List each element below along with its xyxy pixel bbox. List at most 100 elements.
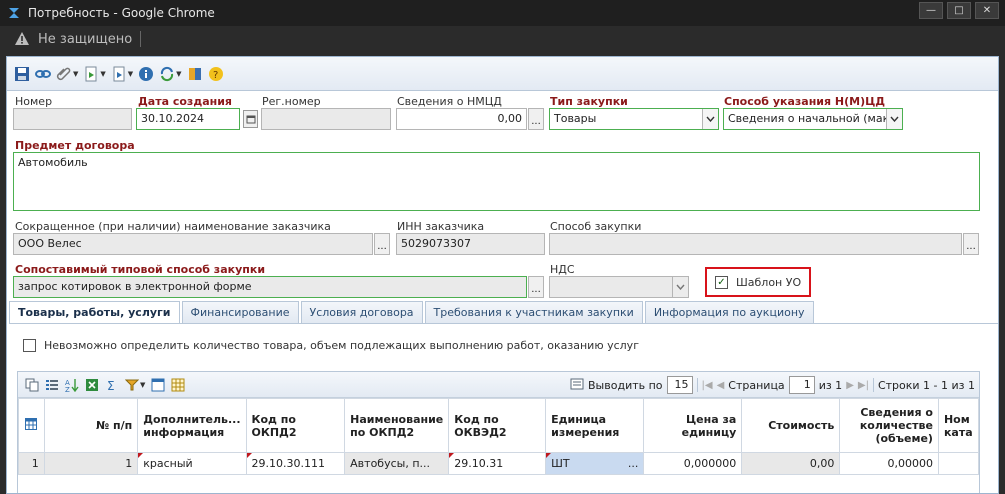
address-divider — [140, 31, 142, 47]
first-page-icon[interactable]: |◀ — [702, 380, 713, 391]
zakazchik-label: Сокращенное (при наличии) наименование з… — [15, 220, 331, 233]
tab-bar: Товары, работы, услуги Финансирование Ус… — [9, 301, 814, 324]
svg-text:Z: Z — [65, 386, 70, 392]
inn-label: ИНН заказчика — [397, 220, 485, 233]
address-bar: Не защищено — [0, 26, 1005, 52]
window-title: Потребность - Google Chrome — [28, 6, 215, 20]
shablon-checkbox[interactable]: ✓ — [715, 276, 728, 289]
save-icon[interactable] — [13, 65, 31, 83]
column-header[interactable]: Цена за единицу — [643, 398, 743, 453]
last-page-icon[interactable]: ▶| — [858, 380, 869, 391]
filter-icon[interactable]: ▼ — [124, 376, 146, 394]
nds-dropdown-button[interactable] — [672, 277, 688, 297]
refresh-icon[interactable]: ▼ — [158, 65, 182, 83]
window-titlebar: Потребность - Google Chrome — □ ✕ — [0, 0, 1005, 26]
chevron-down-icon: ▼ — [73, 69, 79, 78]
warning-icon[interactable] — [14, 31, 30, 47]
goods-table: № п/п Дополнитель... информация Код по О… — [18, 398, 979, 475]
nmcd-ellipsis-button[interactable]: ... — [528, 108, 544, 130]
nomer-field[interactable] — [13, 108, 132, 130]
sposob-nmcd-select[interactable]: Сведения о начальной (мак — [723, 108, 903, 130]
close-button[interactable]: ✕ — [975, 2, 999, 19]
column-header[interactable]: № п/п — [43, 398, 139, 453]
sposob-zakupki-field[interactable] — [549, 233, 962, 255]
page-count: из 1 — [818, 378, 843, 392]
document-export-icon[interactable]: ▼ — [110, 65, 134, 83]
document-icon[interactable]: ▼ — [82, 65, 106, 83]
sum-icon[interactable]: Σ — [104, 376, 120, 394]
page-label: Страница — [728, 378, 785, 392]
column-header[interactable]: Стоимость — [741, 398, 841, 453]
sposob-nmcd-dropdown-button[interactable] — [886, 109, 902, 129]
column-header[interactable]: Единица измерения — [545, 398, 645, 453]
tab-goods[interactable]: Товары, работы, услуги — [9, 301, 180, 324]
calendar-icon[interactable] — [243, 110, 258, 128]
tip-dropdown-button[interactable] — [702, 109, 718, 129]
column-header[interactable]: Ном ката — [937, 398, 979, 453]
page-size-icon — [570, 377, 584, 394]
attachment-icon[interactable]: ▼ — [55, 65, 79, 83]
column-selector[interactable] — [18, 398, 45, 453]
grid-toolbar: AZ Σ ▼ Выводить по 15 |◀ ◀ Страница 1 из… — [18, 372, 979, 398]
unit-ellipsis-button[interactable]: ... — [628, 457, 639, 470]
nomer-label: Номер — [15, 95, 53, 108]
page-size-label: Выводить по — [588, 378, 663, 392]
excel-icon[interactable] — [84, 376, 100, 394]
prev-page-icon[interactable]: ◀ — [717, 380, 725, 391]
copy-icon[interactable] — [24, 376, 40, 394]
zakazchik-ellipsis-button[interactable]: ... — [374, 233, 390, 255]
grid-pager: Выводить по 15 |◀ ◀ Страница 1 из 1 ▶ ▶|… — [570, 376, 975, 394]
nmcd-field[interactable]: 0,00 — [396, 108, 527, 130]
grid-view-icon[interactable] — [150, 376, 166, 394]
sopost-ellipsis-button[interactable]: ... — [528, 276, 544, 298]
chevron-down-icon: ▼ — [176, 69, 182, 78]
cell-price[interactable]: 0,000000 — [643, 452, 743, 475]
next-page-icon[interactable]: ▶ — [846, 380, 854, 391]
cell-unit[interactable]: ШТ ... — [545, 452, 645, 475]
impossible-checkbox[interactable] — [23, 339, 36, 352]
sposob-zakupki-label: Способ закупки — [550, 220, 642, 233]
column-header[interactable]: Сведения о количестве (объеме) — [839, 398, 939, 453]
cell-cost: 0,00 — [741, 452, 841, 475]
predmet-textarea[interactable]: Автомобиль — [13, 152, 980, 211]
page-size-input[interactable]: 15 — [666, 376, 693, 394]
cell-unit-value: ШТ — [551, 457, 570, 470]
column-header[interactable]: Наименование по ОКПД2 — [344, 398, 450, 453]
column-header[interactable]: Код по ОКВЭД2 — [448, 398, 547, 453]
maximize-button[interactable]: □ — [947, 2, 971, 19]
column-header[interactable]: Дополнитель... информация — [137, 398, 247, 453]
minimize-button[interactable]: — — [919, 2, 943, 19]
cell-info[interactable]: красный — [137, 452, 247, 475]
sopost-field[interactable]: запрос котировок в электронной форме — [13, 276, 527, 298]
security-status[interactable]: Не защищено — [38, 32, 132, 47]
zakazchik-field[interactable]: ООО Велес — [13, 233, 373, 255]
sposob-zakupki-ellipsis-button[interactable]: ... — [963, 233, 979, 255]
sort-icon[interactable]: AZ — [64, 376, 80, 394]
cell-okved[interactable]: 29.10.31 — [448, 452, 547, 475]
help-icon[interactable]: ? — [207, 65, 225, 83]
cell-nom[interactable] — [937, 452, 979, 475]
info-icon[interactable] — [137, 65, 155, 83]
table-row[interactable]: 1 1 красный 29.10.30.111 Автобусы, п... … — [18, 452, 979, 475]
tab-participant-requirements[interactable]: Требования к участникам закупки — [424, 301, 643, 323]
date-field[interactable]: 30.10.2024 — [136, 108, 240, 130]
tab-contract-terms[interactable]: Условия договора — [300, 301, 423, 323]
svg-text:Σ: Σ — [107, 379, 115, 392]
nds-select[interactable] — [549, 276, 689, 298]
table-settings-icon[interactable] — [170, 376, 186, 394]
tip-select[interactable]: Товары — [549, 108, 719, 130]
regnomer-field[interactable] — [261, 108, 391, 130]
tab-financing[interactable]: Финансирование — [181, 301, 299, 323]
cell-okpd[interactable]: 29.10.30.111 — [245, 452, 346, 475]
page-input[interactable]: 1 — [788, 376, 815, 394]
tab-auction-info[interactable]: Информация по аукциону — [644, 301, 814, 323]
link-icon[interactable] — [34, 65, 52, 83]
book-icon[interactable] — [186, 65, 204, 83]
row-index: 1 — [18, 452, 45, 475]
list-icon[interactable] — [44, 376, 60, 394]
inn-field[interactable]: 5029073307 — [396, 233, 545, 255]
nmcd-label: Сведения о НМЦД — [397, 95, 502, 108]
column-header[interactable]: Код по ОКПД2 — [245, 398, 346, 453]
cell-qty[interactable]: 0,00000 — [839, 452, 939, 475]
window-controls: — □ ✕ — [919, 2, 999, 19]
